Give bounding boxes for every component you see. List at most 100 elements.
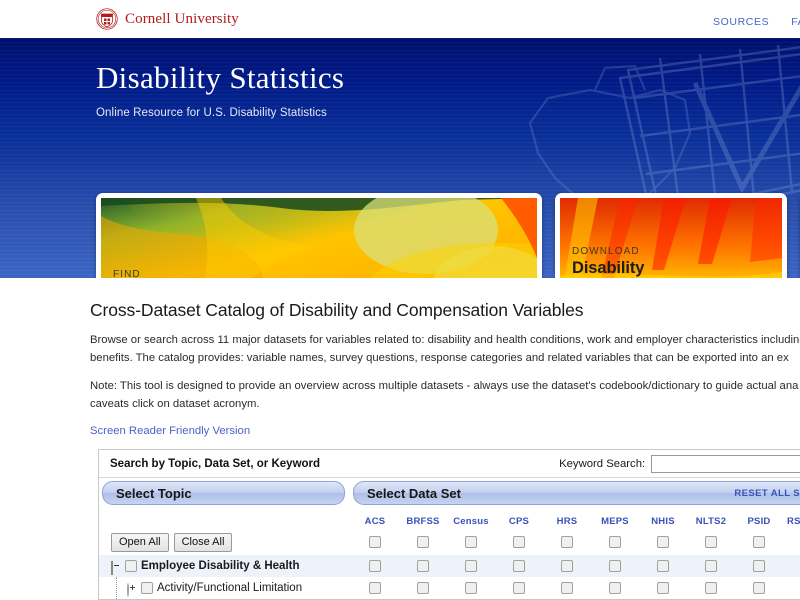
dataset-checkbox-cell[interactable] [591, 536, 639, 548]
dataset-column-census[interactable]: Census [447, 516, 495, 527]
dataset-checkbox[interactable] [465, 582, 477, 594]
tree-item-label: Employee Disability & Health [141, 560, 300, 572]
dataset-checkbox-cell[interactable] [687, 582, 735, 594]
nav-item-sources[interactable]: SOURCES [713, 16, 769, 28]
tree-expander-expand-icon[interactable] [127, 582, 138, 597]
dataset-checkbox-cell[interactable] [543, 536, 591, 548]
dataset-select-all-row [351, 529, 800, 555]
dataset-checkbox-cell[interactable] [591, 560, 639, 572]
dataset-checkbox[interactable] [561, 560, 573, 572]
dataset-checkbox[interactable] [705, 536, 717, 548]
dataset-checkbox[interactable] [753, 582, 765, 594]
top-nav: SOURCES FAQ [713, 16, 800, 28]
dataset-checkbox-cell[interactable] [351, 560, 399, 572]
dataset-checkbox-cell[interactable] [495, 560, 543, 572]
dataset-checkbox-cell[interactable] [735, 582, 783, 594]
table-row[interactable]: Activity/Functional Limitation [99, 577, 351, 599]
dataset-checkbox-cell[interactable] [639, 536, 687, 548]
dataset-checkbox-cell[interactable] [399, 536, 447, 548]
dataset-checkbox-cell[interactable] [735, 536, 783, 548]
dataset-checkbox[interactable] [417, 536, 429, 548]
dataset-checkbox-cell[interactable] [447, 582, 495, 594]
keyword-search-label: Keyword Search: [559, 457, 646, 470]
dataset-checkbox[interactable] [705, 560, 717, 572]
dataset-checkbox-cell[interactable] [639, 582, 687, 594]
dataset-checkbox[interactable] [657, 560, 669, 572]
dataset-checkbox[interactable] [369, 560, 381, 572]
dataset-checkbox-cell[interactable] [447, 536, 495, 548]
dataset-column-meps[interactable]: MEPS [591, 516, 639, 527]
topic-checkbox[interactable] [125, 560, 137, 572]
screen-reader-version-link[interactable]: Screen Reader Friendly Version [90, 425, 250, 437]
search-panel-title: Search by Topic, Data Set, or Keyword [110, 457, 321, 470]
dataset-checkbox[interactable] [369, 536, 381, 548]
dataset-checkbox-cell[interactable] [399, 582, 447, 594]
dataset-checkbox-cell[interactable] [447, 560, 495, 572]
nav-item-faq[interactable]: FAQ [791, 16, 800, 28]
tree-expander-collapse-icon[interactable] [111, 560, 122, 575]
tab-select-data-set[interactable]: Select Data Set RESET ALL SELECTIONS [353, 481, 800, 505]
tree-guide-line [116, 577, 117, 599]
page-title: Disability Statistics [96, 60, 345, 95]
dataset-checkbox[interactable] [657, 582, 669, 594]
dataset-checkbox-cell[interactable] [735, 560, 783, 572]
open-all-button[interactable]: Open All [111, 532, 169, 552]
dataset-checkbox[interactable] [705, 582, 717, 594]
dataset-checkbox[interactable] [513, 536, 525, 548]
promo-card-find-statistics[interactable]: FIND Disability Statistics [96, 193, 542, 278]
dataset-checkbox-cell[interactable] [495, 536, 543, 548]
dataset-checkbox[interactable] [609, 560, 621, 572]
table-row[interactable]: Employee Disability & Health [99, 555, 351, 577]
dataset-checkbox-cell[interactable] [351, 582, 399, 594]
dataset-column-brfss[interactable]: BRFSS [399, 516, 447, 527]
tab-select-topic-label: Select Topic [116, 485, 192, 501]
promo-card-status-reports[interactable]: DOWNLOAD Disability Status Reports [555, 193, 787, 278]
dataset-checkbox[interactable] [513, 582, 525, 594]
dataset-checkbox-cell[interactable] [783, 536, 800, 548]
dataset-checkbox[interactable] [657, 536, 669, 548]
dataset-column-nhis[interactable]: NHIS [639, 516, 687, 527]
reset-all-selections-link[interactable]: RESET ALL SELECTIONS [734, 488, 800, 499]
dataset-checkbox-cell[interactable] [591, 582, 639, 594]
dataset-checkbox[interactable] [609, 536, 621, 548]
dataset-column-psid[interactable]: PSID [735, 516, 783, 527]
dataset-checkbox-cell[interactable] [399, 560, 447, 572]
catalog-paragraph-2-line-2: caveats click on dataset acronym. [90, 397, 260, 410]
dataset-column-nlts2[interactable]: NLTS2 [687, 516, 735, 527]
tab-select-topic[interactable]: Select Topic [102, 481, 345, 505]
dataset-checkbox[interactable] [561, 536, 573, 548]
dataset-checkbox[interactable] [753, 560, 765, 572]
dataset-column-rsa-911[interactable]: RSA-911 [783, 516, 800, 527]
dataset-checkbox-cell[interactable] [639, 560, 687, 572]
dataset-checkbox-cell[interactable] [543, 560, 591, 572]
promo-card-kicker: FIND [113, 268, 141, 278]
topic-checkbox[interactable] [141, 582, 153, 594]
cornell-seal-icon [96, 8, 118, 30]
close-all-button[interactable]: Close All [173, 532, 233, 552]
dataset-checkbox-cell[interactable] [495, 582, 543, 594]
dataset-checkbox[interactable] [465, 536, 477, 548]
promo-card-artwork [101, 198, 537, 278]
dataset-checkbox-cell[interactable] [543, 582, 591, 594]
dataset-checkbox[interactable] [513, 560, 525, 572]
dataset-checkbox[interactable] [417, 560, 429, 572]
keyword-search-input[interactable] [651, 454, 800, 473]
dataset-column-hrs[interactable]: HRS [543, 516, 591, 527]
dataset-checkbox[interactable] [609, 582, 621, 594]
promo-card-kicker: DOWNLOAD [572, 246, 640, 258]
dataset-checkbox[interactable] [465, 560, 477, 572]
dataset-checkbox[interactable] [561, 582, 573, 594]
dataset-checkbox-cell[interactable] [783, 560, 800, 572]
dataset-checkbox[interactable] [753, 536, 765, 548]
dataset-checkbox[interactable] [417, 582, 429, 594]
dataset-checkbox[interactable] [369, 582, 381, 594]
dataset-column-cps[interactable]: CPS [495, 516, 543, 527]
dataset-checkbox-cell[interactable] [351, 536, 399, 548]
dataset-column-acs[interactable]: ACS [351, 516, 399, 527]
cornell-logo[interactable]: Cornell University [96, 8, 239, 30]
dataset-checkbox-cell[interactable] [783, 582, 800, 594]
dataset-checkbox-cell[interactable] [687, 536, 735, 548]
promo-card-title: Disability [572, 258, 645, 277]
dataset-checkbox-cell[interactable] [687, 560, 735, 572]
search-panel-header: Search by Topic, Data Set, or Keyword Ke… [99, 450, 800, 478]
